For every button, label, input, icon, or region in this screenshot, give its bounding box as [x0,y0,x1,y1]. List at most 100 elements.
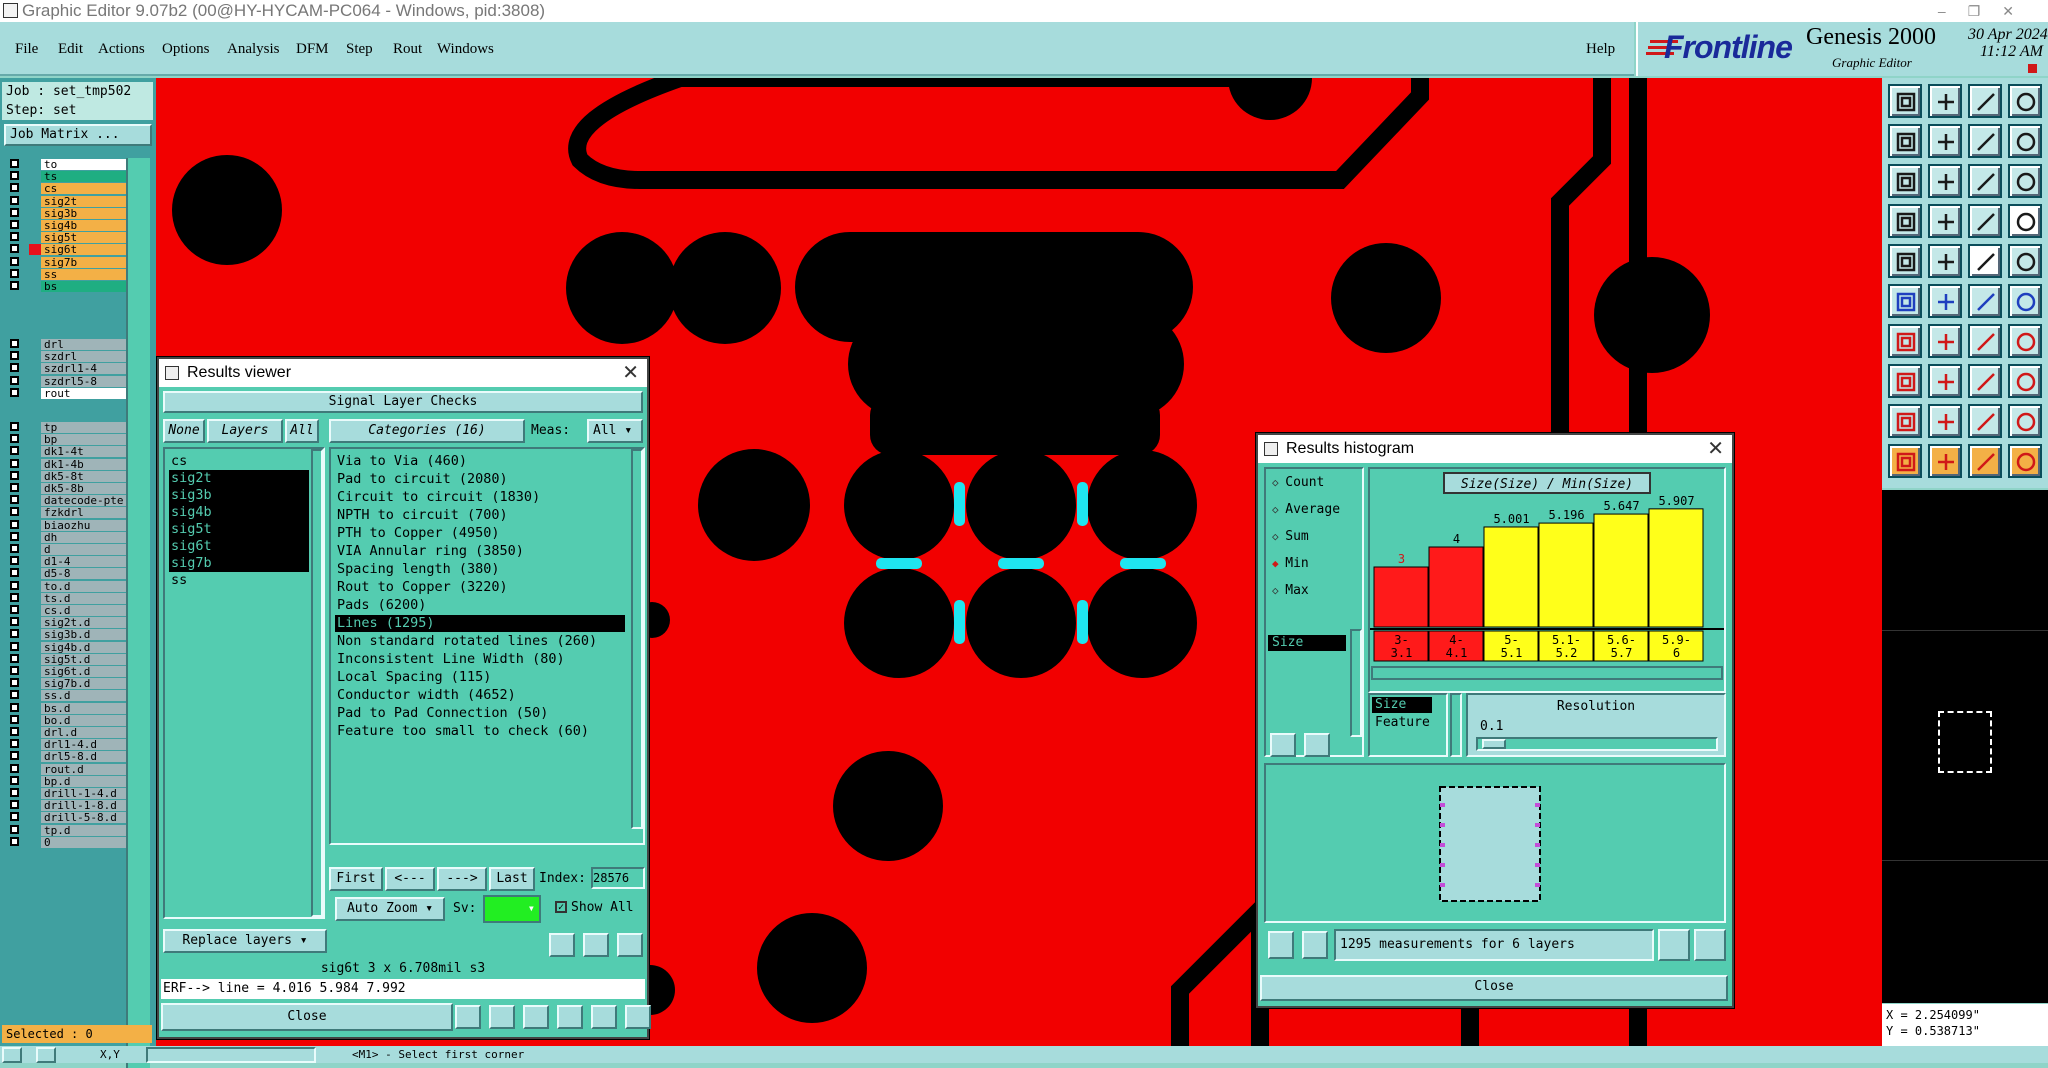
layer-name[interactable]: bp.d [41,775,126,787]
layer-checkbox[interactable] [10,653,19,663]
layer-row[interactable]: sig6t [4,243,126,256]
layer-checkbox[interactable] [10,507,19,517]
snap-icon[interactable] [1968,204,2002,238]
save-job-icon[interactable] [1928,84,1962,118]
layer-row[interactable]: dk5-8t [4,470,126,482]
category-item[interactable]: Pad to Pad Connection (50) [335,705,625,722]
layer-checkbox[interactable] [10,556,19,566]
size-item[interactable]: Size [1372,697,1432,713]
arch-up-icon[interactable] [2008,404,2042,438]
refresh-icon[interactable] [1304,733,1330,757]
layer-row[interactable]: sig5t [4,231,126,244]
layer-row[interactable]: szdrl5-8 [4,375,126,387]
camera-icon[interactable] [1888,244,1922,278]
help-icon[interactable] [2008,164,2042,198]
layer-checkbox[interactable] [10,256,19,266]
copy-icon[interactable] [1888,364,1922,398]
fit-icon[interactable] [1888,164,1922,198]
slider-handle[interactable] [1482,739,1506,749]
category-list-scrollbar[interactable] [631,449,643,829]
layer-name[interactable]: bo.d [41,714,126,726]
category-item[interactable]: Non standard rotated lines (260) [335,633,625,650]
layer-checkbox[interactable] [10,446,19,456]
menu-options[interactable]: Options [162,41,210,58]
menu-windows[interactable]: Windows [437,41,494,58]
restore-icon[interactable]: ❐ [1968,3,2003,19]
layer-checkbox[interactable] [10,666,19,675]
layer-name[interactable]: sig5t.d [41,653,126,665]
histogram-titlebar[interactable]: Results histogram ✕ [1258,435,1732,463]
layer-checkbox[interactable] [10,690,19,700]
layer-row[interactable]: bp.d [4,775,126,787]
layer-row[interactable]: fzkdrl [4,506,126,519]
layer-row[interactable]: ts [4,170,126,183]
layer-row[interactable]: sig4b.d [4,641,126,653]
arch-icon[interactable] [1968,404,2002,438]
radio-icon[interactable]: ◇ [1272,476,1285,489]
stat-option[interactable]: ◇ Sum [1272,529,1309,544]
layer-name[interactable]: sig6t [41,244,126,256]
result-layer-list[interactable]: cs sig2t sig3b sig4b sig5t sig6t sig7b ss [163,447,325,919]
delete-icon[interactable] [1268,931,1294,959]
layer-checkbox[interactable] [10,592,19,602]
none-button[interactable]: None [163,419,205,443]
result-layer-item[interactable]: sig7b [169,555,309,572]
layer-row[interactable]: sig2t [4,195,126,207]
layer-name[interactable]: dk1-4b [41,458,126,470]
layer-name[interactable]: d [41,544,126,555]
pattern-icon[interactable] [2008,364,2042,398]
layer-checkbox[interactable] [10,727,19,736]
options-scrollbar[interactable] [1350,629,1362,737]
layer-name[interactable]: ss [41,268,126,280]
layer-name[interactable]: szdrl1-4 [41,363,126,375]
layer-row[interactable]: dk5-8b [4,482,126,494]
layer-name[interactable]: sig3b [41,207,126,219]
drill-layer-list[interactable]: drl szdrl szdrl1-4 szdrl5-8 rout [0,338,130,428]
category-item[interactable]: Pad to circuit (2080) [335,471,625,488]
triangle-icon[interactable] [1888,404,1922,438]
layer-row[interactable]: to.d [4,580,126,592]
layer-row[interactable]: ts.d [4,592,126,604]
layer-name[interactable]: dk5-8t [41,470,126,482]
layer-name[interactable]: datecode-pte [41,495,126,507]
layer-checkbox[interactable] [10,183,19,193]
chart-scrollbar[interactable] [1371,666,1723,680]
radio-selected-icon[interactable]: ◆ [1272,557,1285,570]
slash-icon[interactable] [1928,324,1962,358]
category-item[interactable]: Pads (6200) [335,597,625,614]
layer-name[interactable]: rout.d [41,763,126,775]
radio-icon[interactable]: ◇ [1272,503,1285,516]
close-icon[interactable]: ✕ [1707,435,1724,463]
auto-zoom-select[interactable]: Auto Zoom ▾ [335,897,445,921]
layer-row[interactable]: tp [4,421,126,433]
layer-row[interactable]: d1-4 [4,555,126,568]
line-icon[interactable] [1888,324,1922,358]
layer-checkbox[interactable] [10,629,19,639]
layer-name[interactable]: sig2t [41,195,126,207]
layer-copy-icon[interactable] [1968,124,2002,158]
menu-analysis[interactable]: Analysis [227,41,280,58]
layer-name[interactable]: tp [41,422,126,433]
layer-row[interactable]: bs [4,280,126,292]
layer-name[interactable]: drl1-4.d [41,739,126,751]
layer-name[interactable]: fzkdrl [41,507,126,519]
result-layer-item[interactable]: sig6t [169,538,309,555]
chart-icon[interactable] [1658,929,1690,961]
layer-name[interactable]: bs.d [41,702,126,714]
size-feature-list[interactable]: Size Feature [1368,693,1448,757]
results-viewer-titlebar[interactable]: Results viewer ✕ [159,359,647,387]
layer-row[interactable]: datecode-pte [4,494,126,507]
cross-icon[interactable] [1928,284,1962,318]
layer-checkbox[interactable] [10,775,19,785]
layer-checkbox[interactable] [10,702,19,712]
category-item[interactable]: Circuit to circuit (1830) [335,489,625,506]
close-icon[interactable]: ✕ [622,359,639,387]
misc-layer-list[interactable]: tp bp dk1-4t dk1-4b dk5-8t dk5-8b datecode-pte… [0,421,130,1061]
stat-option[interactable]: ◇ Average [1272,502,1340,517]
connect-icon[interactable] [1888,284,1922,318]
layer-checkbox[interactable] [10,339,19,348]
layer-row[interactable]: bo.d [4,714,126,726]
open-job-icon[interactable] [1888,84,1922,118]
layer-checkbox[interactable] [10,220,19,229]
measure-icon[interactable] [1888,204,1922,238]
